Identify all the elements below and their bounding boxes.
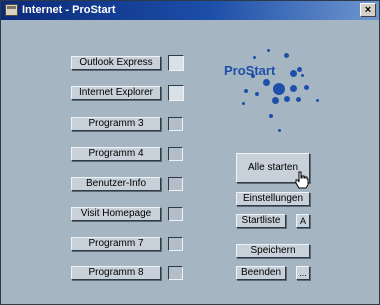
settings-button[interactable]: Einstellungen: [236, 192, 310, 206]
title-bar[interactable]: Internet - ProStart ×: [1, 1, 379, 20]
logo-dot-icon: [284, 53, 289, 58]
logo-dot-icon: [304, 85, 309, 90]
logo-dot-icon: [290, 70, 297, 77]
program-checkbox-benutzer-info[interactable]: [168, 177, 183, 191]
program-button-benutzer-info[interactable]: Benutzer-Info: [71, 177, 161, 191]
logo-dot-icon: [263, 79, 270, 86]
program-checkbox-outlook-express[interactable]: [168, 55, 184, 71]
logo-dot-icon: [284, 96, 290, 102]
logo-dot-icon: [255, 92, 259, 96]
logo-dot-icon: [253, 56, 256, 59]
logo-dot-icon: [272, 97, 279, 104]
logo-dot-icon: [316, 99, 319, 102]
logo-dot-icon: [278, 129, 281, 132]
prostart-window: Internet - ProStart × Outlook Express In…: [0, 0, 380, 305]
save-button[interactable]: Speichern: [236, 244, 310, 258]
program-checkbox-programm-4[interactable]: [168, 147, 183, 161]
logo-dot-icon: [273, 83, 285, 95]
program-checkbox-programm-8[interactable]: [168, 266, 183, 280]
logo-dot-icon: [290, 85, 297, 92]
start-list-mode-button[interactable]: A: [296, 214, 310, 228]
logo-dot-icon: [269, 114, 273, 118]
quit-button[interactable]: Beenden: [236, 266, 286, 280]
program-button-programm-8[interactable]: Programm 8: [71, 266, 161, 280]
logo-text: ProStart: [224, 63, 276, 78]
logo-dot-icon: [244, 89, 248, 93]
program-button-internet-explorer[interactable]: Internet Explorer: [71, 86, 161, 100]
logo-dot-icon: [267, 49, 270, 52]
more-options-button[interactable]: ...: [296, 266, 310, 280]
start-list-button[interactable]: Startliste: [236, 214, 286, 228]
program-button-programm-4[interactable]: Programm 4: [71, 147, 161, 161]
program-button-programm-7[interactable]: Programm 7: [71, 237, 161, 251]
logo-dot-icon: [242, 102, 245, 105]
program-checkbox-visit-homepage[interactable]: [168, 207, 183, 221]
app-window-icon[interactable]: [5, 4, 18, 16]
window-title: Internet - ProStart: [22, 4, 116, 16]
hand-cursor-icon: [295, 171, 309, 189]
program-checkbox-internet-explorer[interactable]: [168, 85, 184, 101]
logo-dot-icon: [296, 97, 301, 102]
logo-dot-icon: [301, 74, 304, 77]
program-checkbox-programm-3[interactable]: [168, 117, 183, 131]
logo-dot-icon: [297, 67, 302, 72]
program-button-visit-homepage[interactable]: Visit Homepage: [71, 207, 161, 221]
program-button-programm-3[interactable]: Programm 3: [71, 117, 161, 131]
close-button[interactable]: ×: [360, 3, 376, 17]
program-checkbox-programm-7[interactable]: [168, 237, 183, 251]
logo-dot-icon: [251, 74, 255, 78]
program-button-outlook-express[interactable]: Outlook Express: [71, 56, 161, 70]
